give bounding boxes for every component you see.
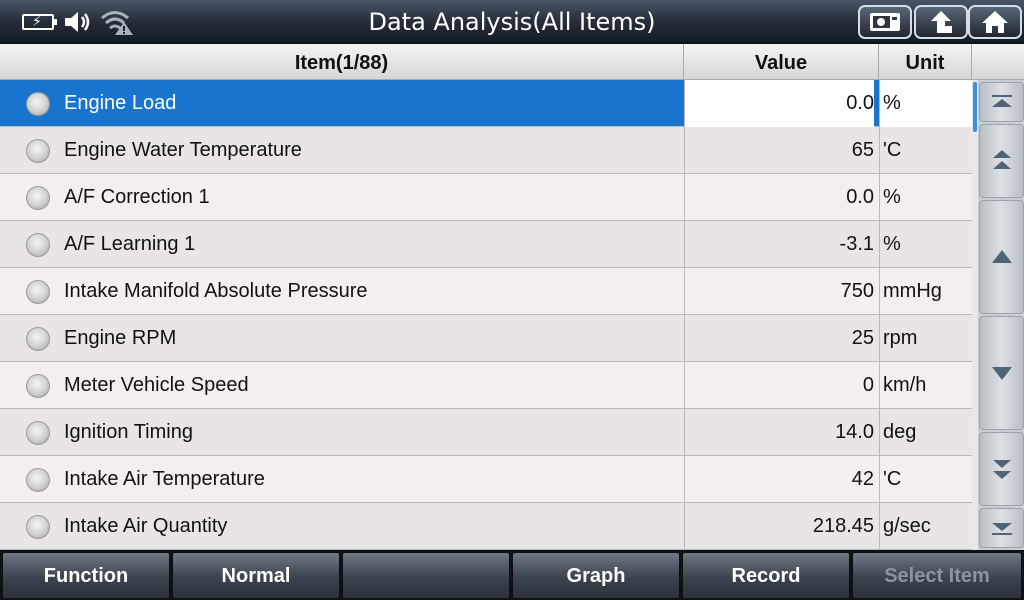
back-button[interactable] bbox=[914, 5, 968, 39]
item-unit: 'C bbox=[879, 456, 972, 503]
row-radio-icon[interactable] bbox=[26, 92, 50, 116]
scroll-top-icon bbox=[991, 95, 1012, 107]
scrollbar-thumb[interactable] bbox=[973, 82, 977, 132]
column-header-item: Item(1/88) bbox=[0, 44, 684, 80]
row-radio-icon[interactable] bbox=[26, 280, 50, 304]
screenshot-icon bbox=[870, 13, 900, 31]
item-unit: % bbox=[879, 221, 972, 268]
item-name: A/F Correction 1 bbox=[64, 186, 210, 208]
item-name: Ignition Timing bbox=[64, 421, 193, 443]
screenshot-button[interactable] bbox=[858, 5, 912, 39]
row-radio-icon[interactable] bbox=[26, 421, 50, 445]
item-value: 65 bbox=[684, 127, 874, 174]
column-header-value: Value bbox=[684, 44, 879, 80]
item-value: 14.0 bbox=[684, 409, 874, 456]
page-down-icon bbox=[992, 460, 1011, 479]
item-value: 0 bbox=[684, 362, 874, 409]
scroll-bottom-button[interactable] bbox=[979, 508, 1024, 548]
table-row[interactable]: Engine Water Temperature 65 'C bbox=[0, 127, 972, 174]
item-unit: rpm bbox=[879, 315, 972, 362]
select-item-button[interactable]: Select Item bbox=[852, 552, 1022, 599]
item-name: Engine RPM bbox=[64, 327, 177, 349]
line-down-button[interactable] bbox=[979, 316, 1024, 430]
item-value: 42 bbox=[684, 456, 874, 503]
page-up-icon bbox=[992, 150, 1011, 169]
scrollbar[interactable] bbox=[972, 80, 978, 550]
row-radio-icon[interactable] bbox=[26, 468, 50, 492]
column-header-unit: Unit bbox=[879, 44, 972, 80]
back-icon bbox=[931, 11, 952, 33]
item-value: -3.1 bbox=[684, 221, 874, 268]
item-value: 0.0 bbox=[684, 174, 874, 221]
normal-button[interactable]: Normal bbox=[172, 552, 340, 599]
item-unit: 'C bbox=[879, 127, 972, 174]
scroll-top-button[interactable] bbox=[979, 82, 1024, 122]
line-up-button[interactable] bbox=[979, 200, 1024, 314]
item-name: Engine Water Temperature bbox=[64, 139, 302, 161]
table-row[interactable]: Ignition Timing 14.0 deg bbox=[0, 409, 972, 456]
item-name: A/F Learning 1 bbox=[64, 233, 196, 255]
row-radio-icon[interactable] bbox=[26, 139, 50, 163]
table-row[interactable]: Intake Air Temperature 42 'C bbox=[0, 456, 972, 503]
item-value: 25 bbox=[684, 315, 874, 362]
function-button[interactable]: Function bbox=[2, 552, 170, 599]
page-up-button[interactable] bbox=[979, 124, 1024, 198]
item-unit: km/h bbox=[879, 362, 972, 409]
item-unit: deg bbox=[879, 409, 972, 456]
item-unit: g/sec bbox=[879, 503, 972, 550]
scroll-bottom-icon bbox=[991, 523, 1012, 535]
table-row[interactable]: A/F Correction 1 0.0 % bbox=[0, 174, 972, 221]
item-name: Meter Vehicle Speed bbox=[64, 374, 249, 396]
item-value: 0.0 bbox=[684, 80, 874, 127]
line-down-icon bbox=[991, 367, 1012, 380]
item-name: Intake Air Temperature bbox=[64, 468, 265, 490]
table-row[interactable]: Intake Manifold Absolute Pressure 750 mm… bbox=[0, 268, 972, 315]
table-row[interactable]: Intake Air Quantity 218.45 g/sec bbox=[0, 503, 972, 550]
record-button[interactable]: Record bbox=[682, 552, 850, 599]
row-radio-icon[interactable] bbox=[26, 515, 50, 539]
row-radio-icon[interactable] bbox=[26, 327, 50, 351]
row-radio-icon[interactable] bbox=[26, 186, 50, 210]
item-value: 218.45 bbox=[684, 503, 874, 550]
home-button[interactable] bbox=[968, 5, 1022, 39]
item-unit: % bbox=[879, 174, 972, 221]
row-radio-icon[interactable] bbox=[26, 374, 50, 398]
graph-button[interactable]: Graph bbox=[512, 552, 680, 599]
item-name: Intake Air Quantity bbox=[64, 515, 228, 537]
item-unit: mmHg bbox=[879, 268, 972, 315]
function-bar: Function Normal Graph Record Select Item bbox=[0, 550, 1024, 600]
home-icon bbox=[982, 11, 1008, 33]
table-header: Item(1/88) Value Unit bbox=[0, 44, 1024, 80]
empty-button[interactable] bbox=[342, 552, 510, 599]
data-list: Engine Load 0.0 % Engine Water Temperatu… bbox=[0, 80, 972, 550]
table-row[interactable]: Meter Vehicle Speed 0 km/h bbox=[0, 362, 972, 409]
table-row[interactable]: Engine RPM 25 rpm bbox=[0, 315, 972, 362]
page-down-button[interactable] bbox=[979, 432, 1024, 506]
title-bar: ⚡ Data Analysis(All Items) bbox=[0, 0, 1024, 44]
row-radio-icon[interactable] bbox=[26, 233, 50, 257]
line-up-icon bbox=[991, 250, 1012, 263]
table-row[interactable]: A/F Learning 1 -3.1 % bbox=[0, 221, 972, 268]
item-name: Engine Load bbox=[64, 92, 177, 114]
table-row[interactable]: Engine Load 0.0 % bbox=[0, 80, 972, 127]
item-name: Intake Manifold Absolute Pressure bbox=[64, 280, 368, 302]
item-value: 750 bbox=[684, 268, 874, 315]
item-unit: % bbox=[879, 80, 972, 127]
